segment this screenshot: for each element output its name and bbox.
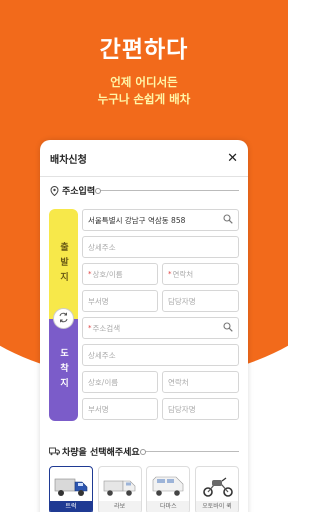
- vehicle-option-truck[interactable]: 트럭: [49, 466, 93, 512]
- search-icon[interactable]: [223, 322, 233, 332]
- location-pin-icon: [49, 185, 59, 196]
- end-manager-input[interactable]: 담당자명: [162, 398, 239, 420]
- end-detail-address-input[interactable]: 상세주소: [82, 344, 239, 366]
- search-icon[interactable]: [223, 214, 233, 224]
- vehicle-options: 트럭 라보 다마스 오토바이 퀵: [49, 466, 239, 512]
- start-address-value: 서울특별시 강남구 역삼동 858: [88, 215, 186, 225]
- card-title: 배차신청: [50, 154, 87, 166]
- start-department-input[interactable]: 부서명: [82, 290, 158, 312]
- hero-subtitle-line2: 누구나 손쉽게 배차: [97, 92, 191, 106]
- hero-headline: 간편하다: [99, 37, 189, 63]
- start-name-placeholder: 상호/이름: [92, 269, 123, 279]
- end-address-placeholder: 주소검색: [92, 323, 121, 333]
- swap-route-button[interactable]: [53, 308, 74, 329]
- vehicle-section-label: 차량을 선택해주세요: [62, 448, 140, 458]
- end-phone-placeholder: 연락처: [168, 377, 189, 387]
- vehicle-label: 다마스: [147, 501, 190, 512]
- start-department-placeholder: 부서명: [88, 296, 109, 306]
- damas-van-icon: [153, 476, 184, 496]
- end-detail-address-placeholder: 상세주소: [88, 350, 116, 360]
- vehicle-option-labo[interactable]: 라보: [97, 466, 142, 512]
- truck-icon: [54, 478, 88, 496]
- required-mark: *: [88, 270, 92, 278]
- start-phone-placeholder: 연락처: [172, 269, 194, 279]
- swap-icon: [58, 312, 69, 326]
- end-name-input[interactable]: 상호/이름: [82, 371, 158, 393]
- start-address-field[interactable]: 서울특별시 강남구 역삼동 858: [82, 209, 239, 231]
- section-divider: [95, 188, 239, 194]
- end-phone-input[interactable]: 연락처: [162, 371, 239, 393]
- vehicle-option-damas[interactable]: 다마스: [146, 466, 191, 512]
- end-name-placeholder: 상호/이름: [88, 377, 119, 387]
- vehicle-label: 트럭: [50, 501, 92, 512]
- required-mark: *: [88, 324, 92, 332]
- start-phone-input[interactable]: * 연락처: [162, 263, 239, 285]
- end-bar: 도착지: [49, 319, 78, 421]
- required-mark: *: [168, 270, 172, 278]
- start-detail-address-input[interactable]: 상세주소: [82, 236, 239, 258]
- section-divider: [139, 449, 239, 455]
- end-manager-placeholder: 담당자명: [168, 404, 196, 414]
- vehicle-option-motorcycle[interactable]: 오토바이 퀵: [194, 466, 239, 512]
- start-detail-address-placeholder: 상세주소: [88, 242, 116, 252]
- dispatch-request-card: 배차신청 ✕ 주소입력 출발지 도착지 서울특별시 강남구 역삼동 858 상세…: [40, 140, 248, 512]
- start-bar: 출발지: [49, 209, 78, 319]
- end-bar-label: 도착지: [58, 347, 68, 393]
- start-manager-placeholder: 담당자명: [168, 296, 196, 306]
- vehicle-label: 라보: [98, 501, 141, 512]
- start-manager-input[interactable]: 담당자명: [162, 290, 239, 312]
- address-section-label: 주소입력: [62, 187, 96, 197]
- end-address-search-field[interactable]: * 주소검색: [82, 317, 239, 339]
- address-section-header: 주소입력: [49, 184, 239, 197]
- labo-truck-icon: [103, 480, 135, 496]
- close-icon[interactable]: ✕: [227, 152, 238, 165]
- vehicle-section-header: 차량을 선택해주세요: [49, 445, 239, 458]
- end-department-placeholder: 부서명: [88, 404, 109, 414]
- hero-subtitle-line1: 언제 어디서든: [110, 75, 178, 89]
- truck-icon: [49, 447, 60, 457]
- end-department-input[interactable]: 부서명: [82, 398, 158, 420]
- vehicle-label: 오토바이 퀵: [195, 501, 238, 512]
- start-bar-label: 출발지: [58, 241, 68, 287]
- card-header: 배차신청 ✕: [40, 140, 248, 177]
- start-name-input[interactable]: * 상호/이름: [82, 263, 158, 285]
- motorcycle-icon: [203, 477, 233, 497]
